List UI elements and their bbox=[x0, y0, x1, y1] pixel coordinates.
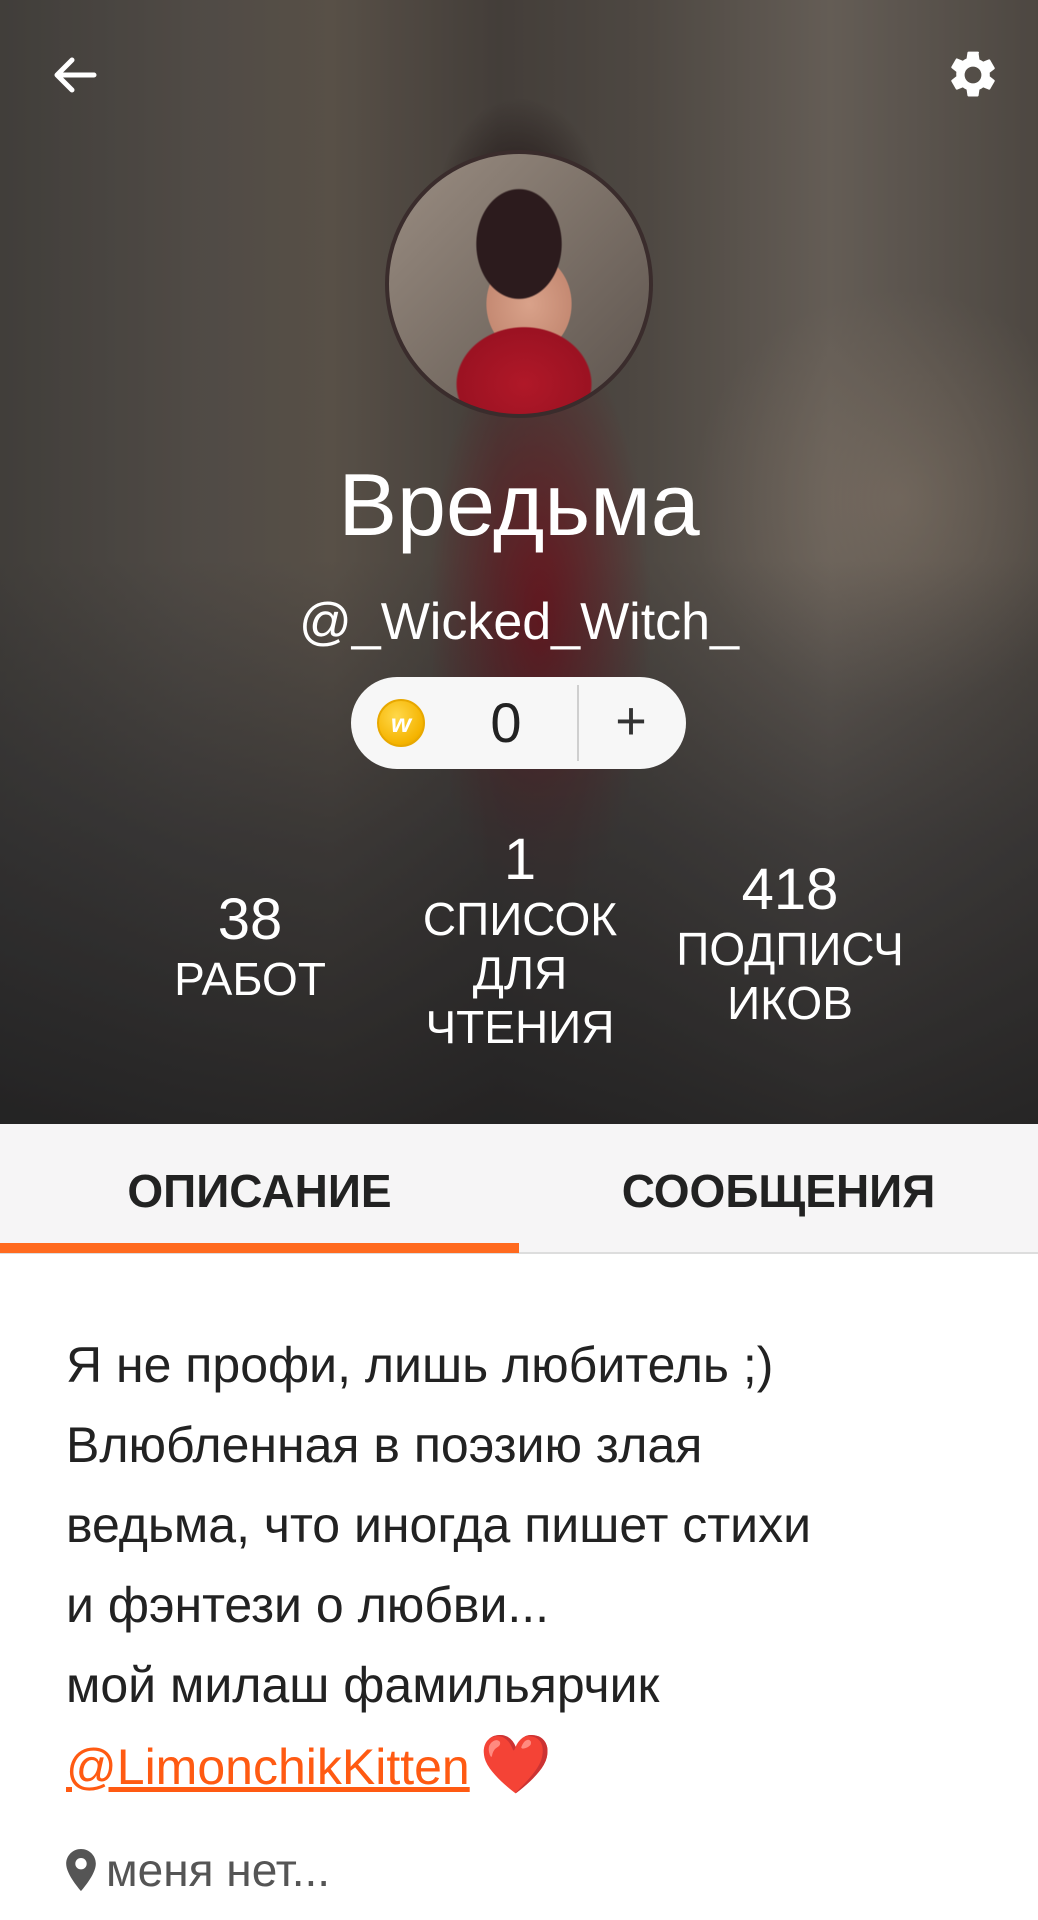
reading-lists-label-line: ЧТЕНИЯ bbox=[425, 1001, 615, 1053]
display-name: Вредьма bbox=[338, 455, 700, 554]
about-line: ведьма, что иногда пишет стихи bbox=[66, 1497, 812, 1553]
username: @_Wicked_Witch_ bbox=[298, 593, 740, 651]
gear-icon bbox=[951, 51, 995, 97]
coin-divider bbox=[577, 685, 579, 761]
location: меня нет... bbox=[66, 1835, 330, 1905]
active-tab-indicator bbox=[0, 1243, 519, 1253]
coin-count: 0 bbox=[490, 691, 522, 754]
stat-reading-lists[interactable]: 1 СПИСОК ДЛЯ ЧТЕНИЯ bbox=[405, 828, 635, 1054]
about-line: Влюбленная в поэзию злая bbox=[66, 1417, 703, 1473]
location-pin-icon bbox=[66, 1849, 96, 1891]
coins-widget: w 0 + bbox=[351, 677, 686, 769]
followers-label-line: ПОДПИСЧ bbox=[676, 923, 904, 975]
heart-icon: ❤️ bbox=[479, 1732, 552, 1797]
stat-followers[interactable]: 418 ПОДПИСЧ ИКОВ bbox=[660, 858, 920, 1030]
back-arrow-icon bbox=[54, 57, 97, 93]
coin-icon: w bbox=[377, 699, 425, 747]
mention-link[interactable]: @LimonchikKitten bbox=[66, 1739, 470, 1795]
profile-tabs: ОПИСАНИЕ СООБЩЕНИЯ bbox=[0, 1124, 1038, 1254]
back-button[interactable] bbox=[40, 40, 110, 110]
about-line: мой милаш фамильярчик bbox=[66, 1657, 660, 1713]
settings-button[interactable] bbox=[938, 40, 1008, 110]
works-count: 38 bbox=[217, 887, 283, 952]
avatar[interactable] bbox=[385, 150, 653, 418]
tab-messages[interactable]: СООБЩЕНИЯ bbox=[519, 1124, 1038, 1252]
reading-lists-label-line: СПИСОК bbox=[422, 893, 618, 945]
about-text: Я не профи, лишь любитель ;) Влюбленная … bbox=[66, 1325, 996, 1807]
stat-works[interactable]: 38 РАБОТ bbox=[150, 888, 350, 1006]
followers-count: 418 bbox=[741, 857, 839, 922]
reading-lists-count: 1 bbox=[503, 827, 537, 892]
reading-lists-label-line: ДЛЯ bbox=[472, 947, 568, 999]
followers-label-line: ИКОВ bbox=[727, 977, 853, 1029]
tab-description[interactable]: ОПИСАНИЕ bbox=[0, 1124, 519, 1252]
about-line: и фэнтези о любви... bbox=[66, 1577, 550, 1633]
about-line-mention: @LimonchikKitten ❤️ bbox=[66, 1725, 996, 1807]
about-line: Я не профи, лишь любитель ;) bbox=[66, 1337, 774, 1393]
add-coins-button[interactable]: + bbox=[581, 677, 681, 769]
location-text: меня нет... bbox=[106, 1844, 331, 1896]
works-label: РАБОТ bbox=[174, 953, 326, 1005]
profile-header-background: Вредьма @_Wicked_Witch_ w 0 + 38 РАБОТ 1… bbox=[0, 0, 1038, 1124]
